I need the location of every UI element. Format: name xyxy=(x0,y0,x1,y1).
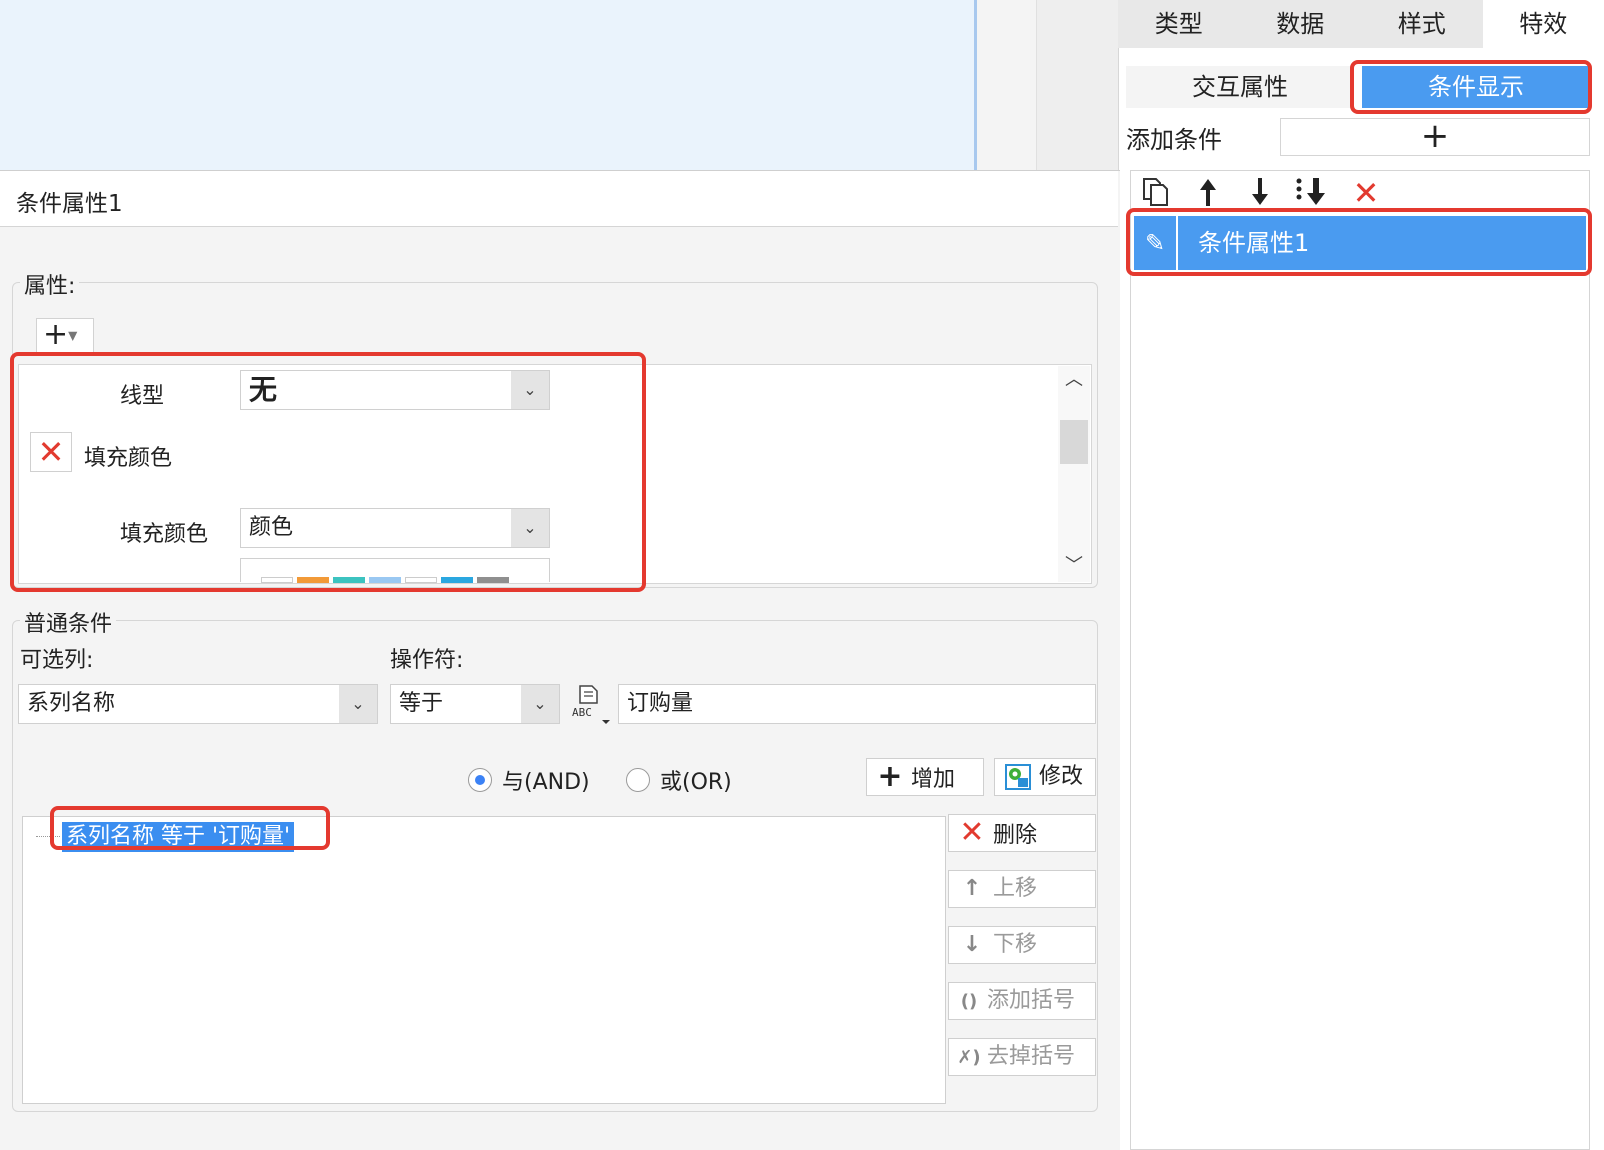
delete-icon[interactable]: ✕ xyxy=(1346,176,1386,210)
tab-interaction[interactable]: 交互属性 xyxy=(1126,66,1354,108)
highlight-property-editor xyxy=(10,352,646,592)
dialog-title-bar xyxy=(0,171,1118,227)
chevron-down-icon: ⌄ xyxy=(339,685,377,723)
and-label: 与(AND) xyxy=(502,770,590,795)
dialog-title: 条件属性1 xyxy=(16,191,123,217)
move-down-button[interactable]: ↓ 下移 xyxy=(948,926,1096,964)
condition-group-label: 普通条件 xyxy=(20,606,117,638)
tab-effects[interactable]: 特效 xyxy=(1482,0,1604,48)
properties-group-label: 属性: xyxy=(20,268,80,300)
remove-bracket-button[interactable]: ✗) 去掉括号 xyxy=(948,1038,1096,1076)
condition-list-panel xyxy=(1130,170,1590,1150)
column-label: 可选列: xyxy=(20,648,94,673)
add-condition-item-button[interactable]: + 增加 xyxy=(866,758,984,796)
plus-icon: + xyxy=(877,759,903,794)
tab-type[interactable]: 类型 xyxy=(1118,0,1240,48)
or-label: 或(OR) xyxy=(660,770,732,795)
top-tabs: 类型 数据 样式 特效 xyxy=(1118,0,1604,48)
operator-select[interactable]: 等于 ⌄ xyxy=(390,684,560,724)
tab-style[interactable]: 样式 xyxy=(1361,0,1483,48)
delete-button[interactable]: ✕ 删除 xyxy=(948,814,1096,852)
canvas-area xyxy=(0,0,1120,170)
scroll-up-icon[interactable]: ︿ xyxy=(1058,368,1090,392)
or-radio[interactable] xyxy=(626,768,650,792)
scroll-down-icon[interactable]: ﹀ xyxy=(1058,554,1090,578)
modify-button[interactable]: 修改 xyxy=(994,758,1096,796)
gear-icon xyxy=(1003,759,1033,795)
delete-icon: ✕ xyxy=(959,815,985,850)
and-radio[interactable] xyxy=(468,768,492,792)
remove-bracket-icon: ✗) xyxy=(957,1047,981,1068)
copy-icon[interactable] xyxy=(1136,176,1176,210)
add-condition-button[interactable]: + xyxy=(1280,118,1590,156)
tab-data[interactable]: 数据 xyxy=(1240,0,1362,48)
move-up-button[interactable]: ↑ 上移 xyxy=(948,870,1096,908)
move-down-icon[interactable] xyxy=(1240,176,1280,210)
add-bracket-button[interactable]: () 添加括号 xyxy=(948,982,1096,1020)
move-bottom-icon[interactable] xyxy=(1292,176,1332,210)
highlight-condition-tab xyxy=(1350,60,1592,114)
property-scrollbar[interactable] xyxy=(1058,366,1090,582)
svg-text:ABC: ABC xyxy=(572,706,592,719)
canvas-margin-right xyxy=(1036,0,1118,170)
highlight-condition-expression xyxy=(50,806,330,850)
arrow-up-icon: ↑ xyxy=(962,876,982,901)
operator-label: 操作符: xyxy=(390,648,464,673)
chevron-down-icon: ⌄ xyxy=(521,685,559,723)
value-type-icon[interactable]: ABC xyxy=(570,682,612,726)
column-select[interactable]: 系列名称 ⌄ xyxy=(18,684,378,724)
condition-expression-list xyxy=(22,816,946,1104)
scroll-thumb[interactable] xyxy=(1060,420,1088,464)
add-property-button[interactable]: +▼ xyxy=(36,318,94,354)
arrow-down-icon: ↓ xyxy=(962,932,982,957)
add-condition-label: 添加条件 xyxy=(1126,126,1222,154)
condition-value-input[interactable]: 订购量 xyxy=(618,684,1096,724)
chevron-down-icon: ▼ xyxy=(68,328,78,343)
highlight-condition-item xyxy=(1126,208,1592,276)
move-up-icon[interactable] xyxy=(1188,176,1228,210)
bracket-icon: () xyxy=(960,991,978,1012)
